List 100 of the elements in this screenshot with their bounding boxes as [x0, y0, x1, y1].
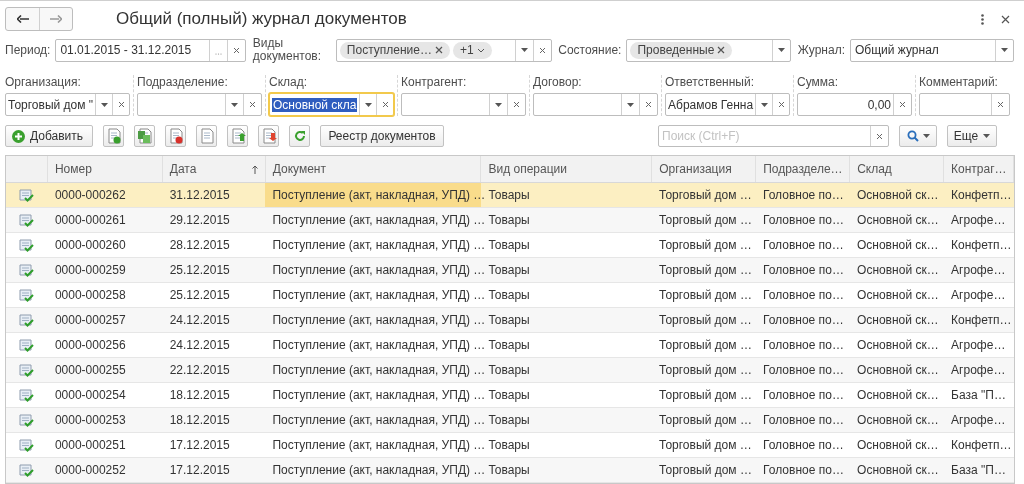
table-cell-text: 17.12.2015 — [168, 462, 231, 479]
column-header[interactable]: Контраг… — [944, 156, 1014, 182]
table-cell-text: Торговый дом … — [658, 337, 753, 354]
table-cell-text: 24.12.2015 — [168, 312, 231, 329]
table-cell-text: Конфетп… — [950, 237, 1013, 254]
toolbar-button[interactable] — [258, 125, 279, 147]
toolbar-button[interactable] — [227, 125, 248, 147]
table-cell-text: Торговый дом … — [658, 437, 753, 454]
input-field[interactable]: 0,00 — [797, 93, 912, 116]
field-label: Договор: — [533, 75, 583, 89]
table-cell-text: Торговый дом … — [658, 312, 753, 329]
table-cell-text: Конфетп… — [950, 437, 1013, 454]
tags-field[interactable]: Поступление… +1 — [335, 38, 552, 62]
caret-icon — [520, 48, 528, 52]
table-cell-text: Товары — [487, 337, 531, 354]
field-label: Подразделение: — [137, 75, 229, 89]
caret-icon — [100, 102, 108, 107]
table-row[interactable]: 0000-000257 24.12.2015 Поступление (акт, накладная, УПД) … Товары Торговый дом … Головное по… Основной ск… Конфетп… — [6, 308, 1014, 333]
toolbar-button[interactable] — [103, 125, 124, 147]
input-field[interactable]: Абрамов Генна — [665, 93, 790, 116]
tags-field[interactable]: Проведенные — [626, 38, 792, 62]
table-cell-text: Головное по… — [762, 262, 845, 279]
column-header[interactable]: Вид операции — [481, 156, 653, 182]
posted-document-icon — [19, 263, 35, 277]
table-cell-text: 18.12.2015 — [168, 412, 231, 429]
table-row[interactable]: 0000-000262 31.12.2015 Поступление (акт, накладная, УПД) … Товары Торговый дом … Головное по… Основной ск… Конфетп… — [6, 183, 1014, 208]
table-cell-text: Торговый дом … — [658, 212, 753, 229]
input-field[interactable]: Основной скла — [269, 93, 394, 116]
table-row[interactable]: 0000-000253 18.12.2015 Поступление (акт, накладная, УПД) … Товары Торговый дом … Головное по… Основной ск… Агрофе… — [6, 408, 1014, 433]
table-cell-text: Агрофе… — [950, 412, 1007, 429]
table-cell-text: 17.12.2015 — [168, 437, 231, 454]
column-header[interactable]: Подразделе… — [756, 156, 851, 182]
table-cell-text: Поступление (акт, накладная, УПД) … — [271, 262, 482, 279]
table-cell-text: Основной ск… — [856, 237, 940, 254]
input-field[interactable] — [137, 93, 262, 116]
input-field[interactable]: Торговый дом " — [5, 93, 130, 116]
table-cell-text: 25.12.2015 — [168, 262, 231, 279]
table-cell-text: Товары — [487, 287, 531, 304]
table-cell-text: Товары — [487, 362, 531, 379]
sort-ascending-icon — [251, 164, 258, 174]
toolbar-button[interactable] — [165, 125, 186, 147]
table-cell-text: 22.12.2015 — [168, 362, 231, 379]
table-cell-text: 18.12.2015 — [168, 387, 231, 404]
filter-tag[interactable]: Поступление… — [339, 41, 450, 59]
period-field[interactable]: 01.01.2015 - 31.12.2015 — [55, 38, 247, 62]
table-cell-text: Основной ск… — [856, 187, 940, 204]
more-button[interactable]: Еще — [947, 125, 997, 147]
column-header[interactable]: Организация — [652, 156, 757, 182]
more-tags-chip[interactable]: +1 — [452, 41, 492, 59]
right-arrow-icon — [50, 15, 62, 23]
caret-icon — [495, 102, 502, 107]
input-field[interactable] — [401, 93, 526, 116]
refresh-button[interactable] — [289, 125, 310, 147]
search-icon — [906, 130, 919, 142]
column-header[interactable]: Документ — [265, 156, 482, 182]
table-cell-text: Поступление (акт, накладная, УПД) … — [271, 212, 482, 229]
input-field[interactable] — [919, 93, 1010, 116]
unpost-document-icon — [260, 128, 277, 144]
post-document-icon — [229, 128, 246, 144]
search-field[interactable]: Поиск (Ctrl+F) — [658, 125, 889, 147]
table-cell-text: 24.12.2015 — [168, 337, 231, 354]
table-cell-text: Товары — [487, 187, 531, 204]
filter-tag[interactable]: Проведенные — [630, 41, 733, 59]
posted-document-icon — [19, 413, 35, 427]
table-cell-text: Основной ск… — [856, 262, 940, 279]
table-cell-text: База "П… — [950, 387, 1007, 404]
search-input[interactable]: Поиск (Ctrl+F) — [659, 127, 870, 145]
column-header[interactable]: Номер — [47, 156, 163, 182]
clear-icon — [249, 101, 256, 108]
clear-icon — [513, 101, 520, 108]
column-header[interactable]: Дата — [162, 156, 266, 182]
toolbar-button[interactable] — [134, 125, 155, 147]
table-row[interactable]: 0000-000259 25.12.2015 Поступление (акт, накладная, УПД) … Товары Торговый дом … Головное по… Основной ск… Агрофе… — [6, 258, 1014, 283]
add-button[interactable]: Добавить — [5, 125, 93, 147]
table-cell-text: Товары — [487, 212, 531, 229]
table-row[interactable]: 0000-000261 29.12.2015 Поступление (акт, накладная, УПД) … Товары Торговый дом … Головное по… Основной ск… Агрофе… — [6, 208, 1014, 233]
table-cell-text: Торговый дом … — [658, 462, 753, 479]
table-cell-text: Головное по… — [762, 212, 845, 229]
plus-circle-icon — [12, 129, 25, 143]
table-cell-text: База "П… — [950, 462, 1007, 479]
input-field[interactable] — [533, 93, 658, 116]
filter-label: Журнал: — [797, 43, 845, 57]
search-button[interactable] — [899, 125, 937, 147]
table-cell-text: Поступление (акт, накладная, УПД) … — [271, 337, 482, 354]
table-row[interactable]: 0000-000255 22.12.2015 Поступление (акт, накладная, УПД) … Товары Торговый дом … Головное по… Основной ск… Агрофе… — [6, 358, 1014, 383]
caret-icon — [1001, 48, 1008, 52]
table-cell-text: Головное по… — [762, 312, 845, 329]
column-header[interactable]: Склад — [850, 156, 944, 182]
table-cell-text: Поступление (акт, накладная, УПД) … — [271, 387, 482, 404]
table-cell-text: Товары — [487, 312, 531, 329]
table-cell-text: Торговый дом … — [658, 412, 753, 429]
table-cell-text: Головное по… — [762, 237, 845, 254]
registry-button[interactable]: Реестр документов — [320, 125, 444, 147]
caret-icon — [760, 102, 768, 107]
table-cell-text: 0000-000251 — [53, 437, 127, 454]
table-cell-text: 0000-000253 — [53, 412, 127, 429]
left-arrow-icon — [16, 15, 29, 23]
table-row[interactable]: 0000-000252 17.12.2015 Поступление (акт, накладная, УПД) … Товары Торговый дом … Головное по… Основной ск… База "П… — [6, 458, 1014, 483]
select-field[interactable]: Общий журнал — [850, 38, 1014, 62]
table-cell-text: Основной ск… — [856, 337, 940, 354]
